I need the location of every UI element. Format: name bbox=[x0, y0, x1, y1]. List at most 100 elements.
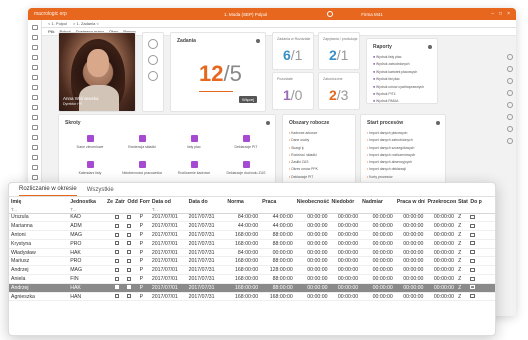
zatr-checkbox[interactable] bbox=[115, 250, 120, 255]
odd-checkbox[interactable] bbox=[127, 250, 132, 255]
gear-icon[interactable] bbox=[266, 121, 270, 125]
settings-icon[interactable] bbox=[31, 95, 38, 100]
zatr-checkbox[interactable] bbox=[115, 267, 120, 272]
col-header[interactable]: Form bbox=[138, 197, 150, 206]
work-area-item[interactable]: Deklaracje PIT bbox=[289, 175, 318, 179]
col-header[interactable]: Norma bbox=[225, 197, 260, 206]
col-header[interactable]: Odd bbox=[125, 197, 137, 206]
work-area-item[interactable]: Zasiłki ZUS bbox=[289, 160, 318, 164]
col-header[interactable]: Imię bbox=[9, 197, 68, 206]
odd-checkbox[interactable] bbox=[127, 241, 132, 246]
odd-checkbox[interactable] bbox=[127, 259, 132, 263]
menu-plik[interactable]: Plik bbox=[48, 29, 54, 34]
filter-cell[interactable]: T... bbox=[9, 206, 69, 214]
chat-icon[interactable] bbox=[148, 39, 158, 49]
col-header[interactable]: Status bbox=[456, 197, 468, 206]
document-icon[interactable] bbox=[470, 250, 476, 255]
document-icon[interactable] bbox=[470, 285, 476, 290]
zatr-checkbox[interactable] bbox=[115, 215, 120, 220]
home-icon[interactable] bbox=[31, 25, 38, 30]
process-item[interactable]: Import danych szczegółowych bbox=[367, 146, 415, 150]
odd-checkbox[interactable] bbox=[127, 267, 132, 272]
work-area-item[interactable]: Kadrowe arkusze bbox=[289, 131, 318, 135]
col-header[interactable]: Do p bbox=[468, 197, 495, 206]
document-icon[interactable] bbox=[470, 259, 476, 263]
col-header[interactable]: Jednostka bbox=[68, 197, 105, 206]
list-icon[interactable] bbox=[31, 105, 38, 110]
document-icon[interactable] bbox=[470, 232, 476, 237]
close-icon[interactable]: × bbox=[507, 11, 510, 17]
more-button[interactable]: Więcej bbox=[238, 96, 257, 103]
document-icon[interactable] bbox=[470, 223, 476, 228]
tab-polpol[interactable]: < 1. Polpol bbox=[48, 21, 67, 26]
table-row[interactable]: Urszula KAD P 2017/07/01 2017/07/31 84:00:00 4… bbox=[9, 213, 495, 223]
tab-settlement-period[interactable]: Rozliczanie w okresie bbox=[19, 186, 77, 196]
info-icon[interactable] bbox=[507, 54, 513, 60]
work-area-item[interactable]: Skargi tj. bbox=[289, 146, 318, 150]
minimize-icon[interactable]: – bbox=[491, 11, 494, 17]
users-icon[interactable] bbox=[31, 55, 38, 60]
col-header[interactable]: Praca w dni bbox=[395, 197, 426, 206]
calendar-icon[interactable] bbox=[31, 45, 38, 50]
company-name[interactable]: 1. Moda (SEP) Polpol bbox=[224, 12, 267, 17]
zatr-checkbox[interactable] bbox=[115, 285, 120, 290]
mail-icon[interactable] bbox=[31, 85, 38, 90]
pin-icon[interactable] bbox=[507, 126, 513, 132]
odd-checkbox[interactable] bbox=[127, 232, 132, 237]
odd-checkbox[interactable] bbox=[127, 276, 132, 281]
share-icon[interactable] bbox=[507, 114, 513, 120]
shortcut-item[interactable]: Rozliczenie kadrowe bbox=[171, 161, 217, 175]
document-icon[interactable] bbox=[470, 294, 476, 299]
table-row[interactable]: Antoni MAG P 2017/07/01 2017/07/31 168:00:00 8… bbox=[9, 230, 495, 240]
process-item[interactable]: Import danych płacowych bbox=[367, 131, 415, 135]
search-icon[interactable] bbox=[327, 11, 334, 17]
zatr-checkbox[interactable] bbox=[115, 241, 120, 246]
refresh-icon[interactable] bbox=[507, 78, 513, 84]
clock-icon[interactable] bbox=[148, 71, 158, 81]
document-icon[interactable] bbox=[470, 267, 476, 272]
table-row[interactable]: Andrzej HAK P 2017/07/01 2017/07/31 168:00:00… bbox=[9, 283, 495, 293]
filter-cell[interactable]: T... bbox=[149, 206, 187, 214]
process-item[interactable]: Import danych absencyjnych bbox=[367, 160, 415, 164]
report-item[interactable]: Wydruk RMUA bbox=[373, 99, 424, 103]
report-item[interactable]: Wydruk list płac bbox=[373, 77, 424, 81]
zatr-checkbox[interactable] bbox=[115, 276, 120, 281]
shortcut-item[interactable]: Deklaracje dochodu ZUS bbox=[223, 161, 269, 175]
report-item[interactable]: Wydruk zatrudnionych bbox=[373, 62, 424, 66]
bell-icon[interactable] bbox=[507, 66, 513, 72]
report-item[interactable]: Wydruk kartotek płacowych bbox=[373, 70, 424, 74]
document-icon[interactable] bbox=[470, 215, 476, 220]
shortcut-item[interactable]: Kalendarz listy bbox=[67, 161, 113, 175]
table-row[interactable]: Mariusz PRO P 2017/07/01 2017/07/31 168:00:00… bbox=[9, 256, 495, 267]
odd-checkbox[interactable] bbox=[127, 285, 132, 290]
zatr-checkbox[interactable] bbox=[115, 259, 120, 263]
zatr-checkbox[interactable] bbox=[115, 223, 120, 228]
folder-icon[interactable] bbox=[31, 35, 38, 40]
shortcut-item[interactable]: Nieobecności pracownika bbox=[119, 161, 165, 175]
tab-zadania[interactable]: > 1. Zadania < bbox=[73, 21, 99, 26]
tab-all[interactable]: Wszystkie bbox=[87, 187, 114, 196]
filter-cell[interactable]: T... bbox=[68, 206, 105, 214]
gear-icon[interactable] bbox=[256, 39, 260, 43]
odd-checkbox[interactable] bbox=[127, 215, 132, 220]
clock-icon[interactable] bbox=[31, 145, 38, 150]
col-header[interactable]: Data od bbox=[150, 197, 187, 206]
table-row[interactable]: Władysław HAK P 2017/07/01 2017/07/31 84:00:0… bbox=[9, 248, 495, 258]
odd-checkbox[interactable] bbox=[127, 223, 132, 228]
tag-icon[interactable] bbox=[31, 155, 38, 160]
col-header[interactable]: Przekroczenie bbox=[425, 197, 456, 206]
gear-icon[interactable] bbox=[428, 45, 432, 49]
process-item[interactable]: Import danych zatrudnionych bbox=[367, 138, 415, 142]
shortcut-item[interactable]: Deklaracje PIT bbox=[223, 135, 269, 149]
process-item[interactable]: Import danych rozliczeniowych bbox=[367, 153, 415, 157]
gear-icon[interactable] bbox=[436, 121, 440, 125]
process-item[interactable]: Korty procesów bbox=[367, 175, 415, 179]
col-header[interactable]: Nieobecność bbox=[295, 197, 330, 206]
table-row[interactable]: Andrzej MAG P 2017/07/01 2017/07/31 168:00:00… bbox=[9, 265, 495, 276]
process-item[interactable]: Import danych deklaracji bbox=[367, 167, 415, 171]
table-row[interactable]: Marianna ADM P 2017/07/01 2017/07/31 44:00:00… bbox=[9, 221, 495, 232]
col-header[interactable]: Niedobór bbox=[330, 197, 361, 206]
lock-icon[interactable] bbox=[31, 175, 38, 180]
col-header[interactable]: Data do bbox=[187, 197, 226, 206]
table-row[interactable]: Aniela FIN P 2017/07/01 2017/07/31 168:00:00 8… bbox=[9, 274, 495, 284]
